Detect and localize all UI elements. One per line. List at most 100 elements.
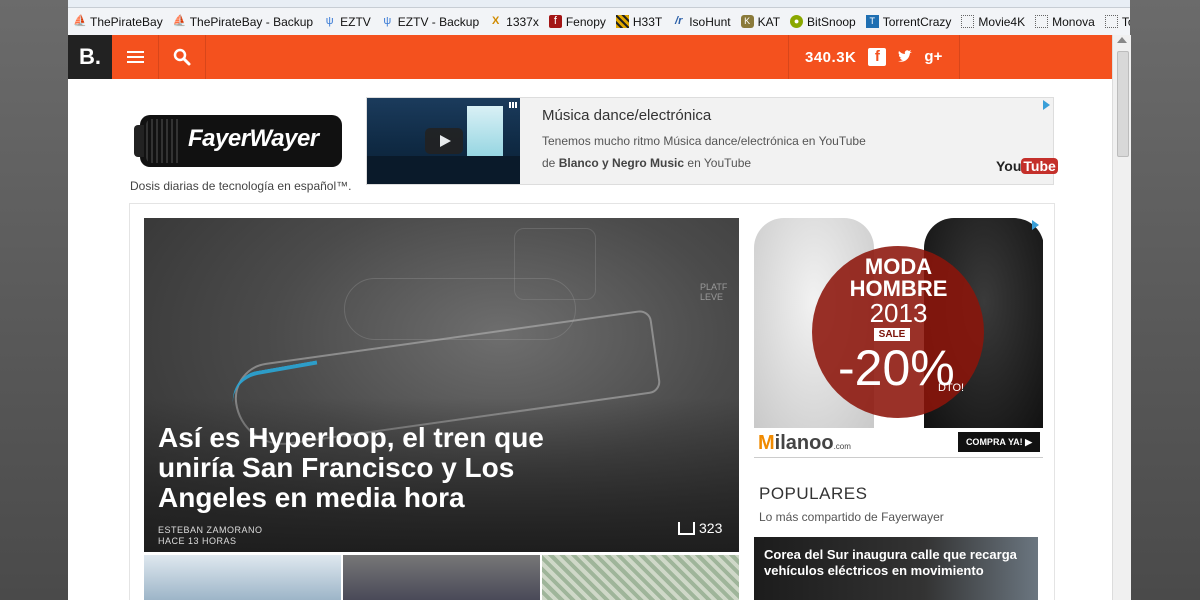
facebook-icon[interactable]: f <box>868 48 887 66</box>
thumbnail-article[interactable] <box>343 555 540 600</box>
popular-article-card[interactable]: Corea del Sur inaugura calle que recarga… <box>754 537 1038 600</box>
battery-stripes <box>146 119 180 163</box>
bookmark-fenopy[interactable]: f Fenopy <box>544 15 611 29</box>
article-time: HACE 13 HORAS <box>158 536 237 546</box>
adchoices-icon[interactable] <box>1043 100 1050 110</box>
popular-article-title[interactable]: Corea del Sur inaugura calle que recarga… <box>764 547 1024 579</box>
window-frame-right <box>1130 0 1200 600</box>
adchoices-icon[interactable] <box>1032 220 1039 230</box>
bookmark-eztv[interactable]: ψ EZTV <box>318 15 376 29</box>
article-shares[interactable]: 323 <box>678 520 722 536</box>
byline-suffix: en YouTube <box>687 156 752 170</box>
ad-title[interactable]: Música dance/electrónica <box>542 107 711 124</box>
share-count-value: 323 <box>699 520 723 536</box>
sketch-note: PLATF LEVE <box>700 282 728 302</box>
promo-line-2: HOMBRE <box>849 276 948 301</box>
thumbnail-poster <box>467 106 503 162</box>
social-share-group: 340.3K f g+ <box>788 35 960 79</box>
eztv-icon: ψ <box>383 15 392 27</box>
share-icon <box>678 521 695 535</box>
search-button[interactable] <box>159 35 206 79</box>
discount-suffix: DTO! <box>938 382 965 394</box>
bookmark-thepiratebay[interactable]: ⛵ ThePirateBay <box>68 15 168 29</box>
scroll-up-arrow-icon[interactable] <box>1117 37 1127 43</box>
fayerwayer-logo[interactable]: FayerWayer <box>134 115 342 167</box>
bookmark-label: Monova <box>1052 14 1095 29</box>
featured-article[interactable]: PLATF LEVE Así es Hyperloop, el tren que… <box>144 218 739 552</box>
article-author[interactable]: ESTEBAN ZAMORANO <box>158 525 263 535</box>
menu-button[interactable] <box>112 35 159 79</box>
menu-icon-bar <box>127 61 144 63</box>
popular-heading: POPULARES <box>759 484 868 503</box>
menu-icon <box>127 51 144 53</box>
youtube-logo-tube: Tube <box>1021 158 1058 174</box>
thumbnail-article[interactable] <box>144 555 341 600</box>
byline-prefix: de <box>542 156 556 170</box>
channel-name[interactable]: Blanco y Negro Music <box>559 156 684 170</box>
bookmark-movie4k[interactable]: Movie4K <box>956 15 1030 29</box>
search-icon <box>173 48 191 66</box>
bookmark-label: ThePirateBay <box>90 14 163 29</box>
youtube-logo-you: You <box>996 158 1022 174</box>
ad-byline: de Blanco y Negro Music en YouTube <box>542 156 751 170</box>
youtube-logo: You Tube <box>996 158 1058 174</box>
blank-page-icon <box>1104 15 1118 28</box>
site-logo-button[interactable]: B. <box>68 35 112 79</box>
1337x-icon: X <box>491 15 500 27</box>
eztv-icon: ψ <box>325 15 334 27</box>
bookmark-kat[interactable]: K KAT <box>736 15 785 29</box>
bookmark-thepiratebay-backup[interactable]: ⛵ ThePirateBay - Backup <box>168 15 318 29</box>
bookmarks-bar: ⛵ ThePirateBay ⛵ ThePirateBay - Backup ψ EZ… <box>68 8 1130 36</box>
bookmark-label: Torrentz <box>1121 14 1130 29</box>
bookmark-label: BitSnoop <box>807 14 856 29</box>
bookmark-bitsnoop[interactable]: ● BitSnoop <box>785 15 861 29</box>
milanoo-banner-ad[interactable]: MODA HOMBRE 2013 SALE -20% DTO! Milanoo.… <box>754 218 1043 458</box>
promo-line-3: 2013 <box>869 298 928 328</box>
menu-icon-bar <box>127 56 144 58</box>
bookmark-torrentz[interactable]: Torrentz <box>1100 15 1130 29</box>
bookmark-label: EZTV - Backup <box>397 14 480 29</box>
bookmark-isohunt[interactable]: /r IsoHunt <box>667 15 735 29</box>
play-icon[interactable] <box>425 128 463 154</box>
milanoo-logo: Milanoo.com <box>758 432 851 454</box>
thumbnail-water <box>367 156 520 184</box>
article-headline[interactable]: Así es Hyperloop, el tren que uniría San… <box>158 423 598 513</box>
fenopy-icon: f <box>548 15 562 28</box>
address-bar-strip <box>68 0 1130 8</box>
ad-description: Tenemos mucho ritmo Música dance/electró… <box>542 134 866 148</box>
twitter-icon[interactable] <box>896 48 914 66</box>
video-thumbnail[interactable] <box>367 98 520 184</box>
torrentcrazy-icon: T <box>865 15 879 28</box>
bookmark-label: EZTV <box>340 14 371 29</box>
promo-line-1: MODA <box>864 254 933 279</box>
bookmark-1337x[interactable]: X 1337x <box>484 15 544 29</box>
bookmark-torrentcrazy[interactable]: T TorrentCrazy <box>861 15 957 29</box>
site-topbar: B. 340.3K f g+ <box>68 35 1112 79</box>
pirate-ship-icon: ⛵ <box>172 15 187 27</box>
bookmark-h33t[interactable]: H33T <box>611 15 667 29</box>
divider <box>754 457 1043 458</box>
battery-tip <box>134 125 144 157</box>
bookmark-label: TorrentCrazy <box>882 14 952 29</box>
buy-now-button[interactable]: COMPRA YA! ▶ <box>958 432 1040 452</box>
youtube-ad[interactable]: Música dance/electrónica Tenemos mucho r… <box>366 97 1058 185</box>
blank-page-icon <box>1035 15 1049 28</box>
bookmark-label: ThePirateBay - Backup <box>189 14 314 29</box>
google-plus-icon[interactable]: g+ <box>924 48 942 66</box>
web-page: B. 340.3K f g+ FayerWayer Dosis diarias … <box>68 35 1112 600</box>
bookmark-label: Fenopy <box>565 14 606 29</box>
blank-page-icon <box>961 15 975 28</box>
pirate-ship-icon: ⛵ <box>73 15 87 27</box>
signal-bars-icon <box>509 102 517 108</box>
popular-subheading: Lo más compartido de Fayerwayer <box>759 510 944 524</box>
isohunt-icon: /r <box>675 15 683 27</box>
thumbnail-article[interactable] <box>542 555 739 600</box>
bookmark-eztv-backup[interactable]: ψ EZTV - Backup <box>376 15 484 29</box>
bookmark-label: Movie4K <box>978 14 1026 29</box>
bookmark-monova[interactable]: Monova <box>1030 15 1100 29</box>
scrollbar-thumb[interactable] <box>1117 51 1129 157</box>
vertical-scrollbar[interactable] <box>1112 35 1131 600</box>
bitsnoop-icon: ● <box>790 15 804 28</box>
share-count: 340.3K <box>805 48 857 66</box>
site-tagline: Dosis diarias de tecnología en español™. <box>130 179 352 193</box>
